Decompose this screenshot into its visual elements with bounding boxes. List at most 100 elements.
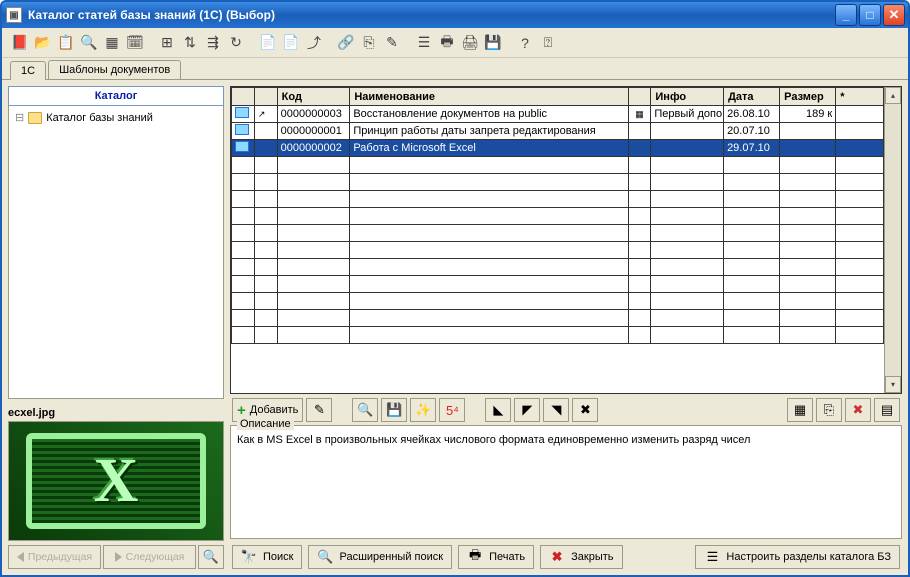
delete-button[interactable]: ✖ xyxy=(845,398,871,422)
table-row[interactable] xyxy=(232,208,884,225)
zoom-image-button[interactable]: 🔍 xyxy=(198,545,224,569)
table-row[interactable] xyxy=(232,225,884,242)
left-panel: Каталог ⊟ Каталог базы знаний ecxel.jpg … xyxy=(8,86,224,569)
titlebar[interactable]: ▣ Каталог статей базы знаний (1C) (Выбор… xyxy=(2,2,908,28)
table-row[interactable]: 0000000001Принцип работы даты запрета ре… xyxy=(232,123,884,140)
table-row[interactable] xyxy=(232,174,884,191)
bottom-toolbar: 🔭 Поиск 🔍 Расширенный поиск 🖶 Печать ✖ З… xyxy=(230,539,902,569)
clear-mark-button[interactable]: ✖ xyxy=(572,398,598,422)
catalog-tree[interactable]: ⊟ Каталог базы знаний xyxy=(8,106,224,399)
grid-header-star[interactable]: * xyxy=(836,88,884,106)
delete-icon: ✖ xyxy=(850,402,866,418)
toolbar-table-icon[interactable]: ▦ xyxy=(102,33,122,53)
maximize-button[interactable]: □ xyxy=(859,4,881,26)
toolbar-save-icon[interactable]: 💾 xyxy=(483,33,503,53)
toolbar-copy-icon[interactable]: ⎘ xyxy=(359,33,379,53)
grid-header-icon2[interactable] xyxy=(628,88,651,106)
new-doc-button[interactable]: ✨ xyxy=(410,398,436,422)
toolbar-doc1-icon[interactable]: 📄 xyxy=(258,33,278,53)
close-window-button[interactable]: ✕ xyxy=(883,4,905,26)
grid-header-size[interactable]: Размер xyxy=(780,88,836,106)
toolbar-list-icon[interactable]: ☰ xyxy=(414,33,434,53)
pencil-icon: ✎ xyxy=(311,402,327,418)
triangle-right-icon xyxy=(115,552,122,562)
next-image-button[interactable]: Следующая xyxy=(103,545,196,569)
articles-grid[interactable]: Код Наименование Инфо Дата Размер * ↗000… xyxy=(231,87,884,344)
grid-header-row: Код Наименование Инфо Дата Размер * xyxy=(232,88,884,106)
toolbar-print2-icon[interactable]: 🖨 xyxy=(460,33,480,53)
table-row[interactable] xyxy=(232,157,884,174)
grid-header-flag[interactable] xyxy=(254,88,277,106)
table-row[interactable]: ↗0000000003Восстановление документов на … xyxy=(232,106,884,123)
thumbnail-nav: Предыдущая Следующая 🔍 xyxy=(8,545,224,569)
toolbar-folder-open-icon[interactable]: 📂 xyxy=(33,33,53,53)
thumbnail-filename: ecxel.jpg xyxy=(8,405,224,421)
zoom-button[interactable]: 🔍 xyxy=(352,398,378,422)
table-row[interactable]: 0000000002Работа с Microsoft Excel29.07.… xyxy=(232,140,884,157)
mark3-button[interactable]: ◥ xyxy=(543,398,569,422)
scroll-track[interactable] xyxy=(885,104,901,376)
scroll-down-button[interactable]: ▾ xyxy=(885,376,901,393)
table-row[interactable] xyxy=(232,242,884,259)
props-icon: ▤ xyxy=(879,402,895,418)
toolbar-print-icon[interactable]: 🖶 xyxy=(437,33,457,53)
advanced-search-button[interactable]: 🔍 Расширенный поиск xyxy=(308,545,452,569)
minimize-button[interactable]: _ xyxy=(835,4,857,26)
toolbar-hierarchy-icon[interactable]: ⇶ xyxy=(203,33,223,53)
stats-button[interactable]: 5⁴ xyxy=(439,398,465,422)
table-row[interactable] xyxy=(232,293,884,310)
toolbar-form-icon[interactable]: 📋 xyxy=(56,33,76,53)
toolbar-sort-icon[interactable]: ⇅ xyxy=(180,33,200,53)
table-row[interactable] xyxy=(232,327,884,344)
floppy-icon: 💾 xyxy=(386,402,402,418)
tab-1c[interactable]: 1С xyxy=(10,61,46,80)
grid-header-name[interactable]: Наименование xyxy=(350,88,628,106)
grid-header-date[interactable]: Дата xyxy=(724,88,780,106)
grid-scroll[interactable]: Код Наименование Инфо Дата Размер * ↗000… xyxy=(231,87,884,393)
table-row[interactable] xyxy=(232,276,884,293)
toolbar-refresh-icon[interactable]: ↻ xyxy=(226,33,246,53)
app-icon: ▣ xyxy=(6,7,22,23)
toolbar-whatsthis-icon[interactable]: ⍰ xyxy=(538,33,558,53)
folder-icon xyxy=(28,112,42,124)
search-button[interactable]: 🔭 Поиск xyxy=(232,545,302,569)
main-window: ▣ Каталог статей базы знаний (1C) (Выбор… xyxy=(0,0,910,577)
preview-icon: ▦ xyxy=(792,402,808,418)
grid-header-mark[interactable] xyxy=(232,88,255,106)
scroll-up-button[interactable]: ▴ xyxy=(885,87,901,104)
toolbar-calendar-icon[interactable]: 🗓 xyxy=(125,33,145,53)
grid-header-info[interactable]: Инфо xyxy=(651,88,724,106)
toolbar-help-icon[interactable]: ? xyxy=(515,33,535,53)
copy2-button[interactable]: ⎘ xyxy=(816,398,842,422)
stats-icon: 5⁴ xyxy=(444,402,460,418)
toolbar-export-icon[interactable]: ⤴ xyxy=(304,33,324,53)
vertical-scrollbar[interactable]: ▴ ▾ xyxy=(884,87,901,393)
toolbar-tree-icon[interactable]: ⊞ xyxy=(157,33,177,53)
toolbar-find-doc-icon[interactable]: 🔍 xyxy=(79,33,99,53)
toolbar-link-icon[interactable]: 🔗 xyxy=(336,33,356,53)
flag2-icon: ◤ xyxy=(519,402,535,418)
mark2-button[interactable]: ◤ xyxy=(514,398,540,422)
main-toolbar: 📕 📂 📋 🔍 ▦ 🗓 ⊞ ⇅ ⇶ ↻ 📄 📄 ⤴ 🔗 ⎘ ✎ ☰ 🖶 🖨 💾 … xyxy=(2,28,908,58)
row-folder-icon xyxy=(235,141,249,152)
toolbar-book-icon[interactable]: 📕 xyxy=(10,33,30,53)
print-button[interactable]: 🖶 Печать xyxy=(458,545,534,569)
props-button[interactable]: ▤ xyxy=(874,398,900,422)
save-button[interactable]: 💾 xyxy=(381,398,407,422)
toolbar-edit-icon[interactable]: ✎ xyxy=(382,33,402,53)
prev-image-button[interactable]: Предыдущая xyxy=(8,545,101,569)
grid-header-code[interactable]: Код xyxy=(277,88,350,106)
preview-button[interactable]: ▦ xyxy=(787,398,813,422)
configure-sections-button[interactable]: ☰ Настроить разделы каталога БЗ xyxy=(695,545,900,569)
table-row[interactable] xyxy=(232,259,884,276)
table-row[interactable] xyxy=(232,310,884,327)
thumbnail-preview[interactable]: X xyxy=(8,421,224,541)
tab-templates[interactable]: Шаблоны документов xyxy=(48,60,181,79)
edit-button[interactable]: ✎ xyxy=(306,398,332,422)
close-button[interactable]: ✖ Закрыть xyxy=(540,545,622,569)
tree-item-root[interactable]: ⊟ Каталог базы знаний xyxy=(13,110,219,125)
description-text[interactable]: Как в MS Excel в произвольных ячейках чи… xyxy=(231,426,901,538)
mark1-button[interactable]: ◣ xyxy=(485,398,511,422)
toolbar-doc2-icon[interactable]: 📄 xyxy=(281,33,301,53)
table-row[interactable] xyxy=(232,191,884,208)
